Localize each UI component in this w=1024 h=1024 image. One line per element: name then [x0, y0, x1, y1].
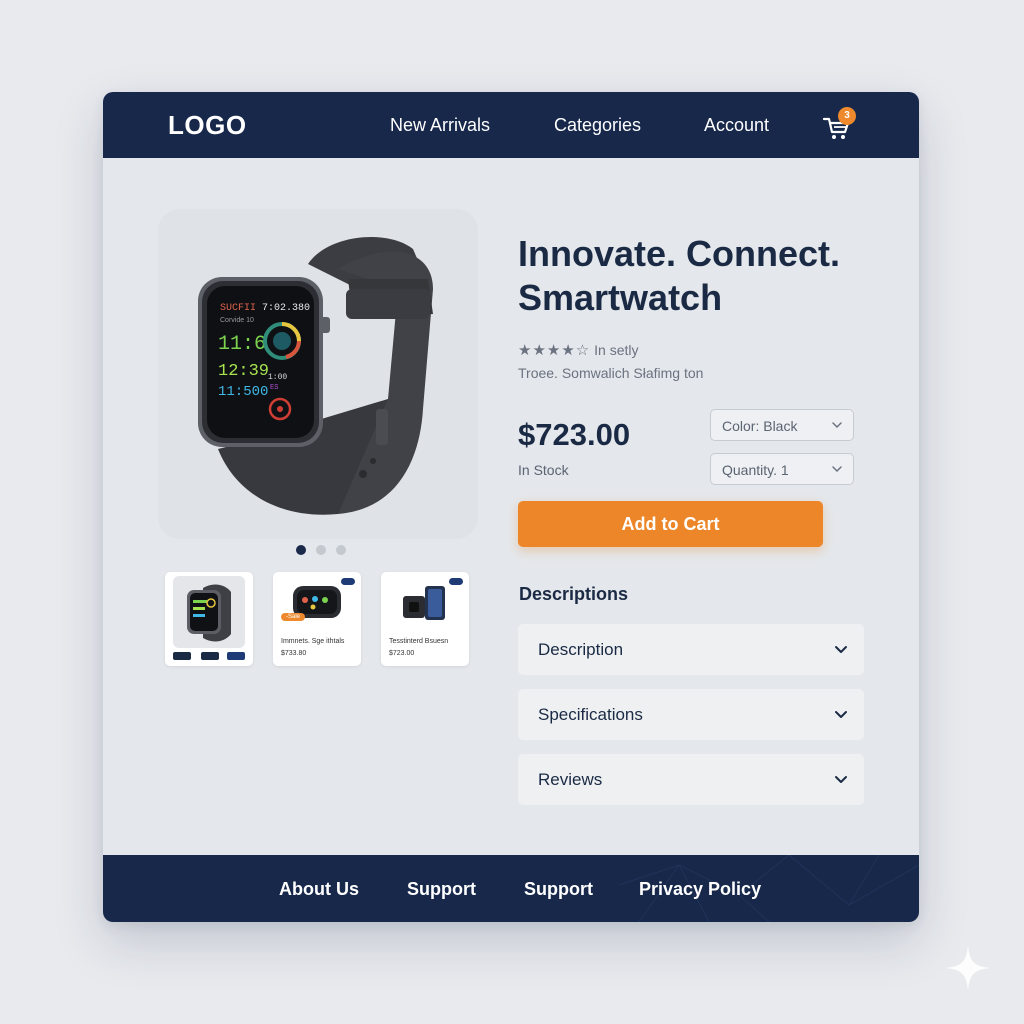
thumbnail-price: $733.80 — [281, 650, 307, 657]
accordion-specifications[interactable]: Specifications — [518, 689, 864, 740]
svg-text:11:6: 11:6 — [218, 333, 266, 356]
carousel-dot-3[interactable] — [336, 545, 346, 555]
nav-categories[interactable]: Categories — [554, 115, 641, 136]
color-select-value: Color: Black — [722, 418, 798, 434]
svg-text:ES: ES — [270, 384, 278, 392]
accordion-label: Reviews — [538, 770, 603, 789]
carousel-dot-1[interactable] — [296, 545, 306, 555]
mini-thumb-icon — [227, 652, 245, 660]
nav-new-arrivals[interactable]: New Arrivals — [390, 115, 490, 136]
thumbnail-title: Tesstinterd Bsuesn — [389, 638, 449, 645]
chevron-down-icon — [835, 776, 847, 783]
thumbnail-3[interactable]: Tesstinterd Bsuesn $723.00 — [381, 572, 469, 666]
svg-text:7:02.380: 7:02.380 — [262, 303, 310, 314]
chevron-down-icon — [832, 422, 842, 429]
product-rating[interactable]: ★★★★☆ In setly — [518, 341, 639, 359]
product-subtitle: Troее. Somwalich Słafimg ton — [518, 365, 704, 381]
chevron-down-icon — [832, 466, 842, 473]
quantity-select-value: Quantity. 1 — [722, 462, 789, 478]
logo[interactable]: LOGO — [168, 110, 247, 141]
product-title: Innovate. Connect. Smartwatch — [518, 232, 840, 320]
footer: About Us Support Support Privacy Policy — [103, 855, 919, 922]
accordion-description[interactable]: Description — [518, 624, 864, 675]
carousel-dot-2[interactable] — [316, 545, 326, 555]
accordion-reviews[interactable]: Reviews — [518, 754, 864, 805]
descriptions-heading: Descriptions — [519, 584, 629, 604]
product-main-image[interactable]: SUCFII 7:02.380 Corvide 10 11:6 12:39 11… — [158, 209, 478, 539]
quantity-select[interactable]: Quantity. 1 — [710, 453, 854, 485]
cart-count-badge: 3 — [838, 107, 856, 125]
top-navigation-bar: LOGO New Arrivals Categories Account 3 — [103, 92, 919, 158]
mini-thumb-icon — [201, 652, 219, 660]
product-title-line-1: Innovate. Connect. — [518, 233, 841, 274]
add-to-cart-button[interactable]: Add to Cart — [518, 501, 823, 547]
nav-account[interactable]: Account — [704, 115, 769, 136]
stock-status: In Stock — [518, 462, 569, 478]
cart-button[interactable]: 3 — [821, 107, 861, 142]
thumbnail-1[interactable] — [165, 572, 253, 666]
smartwatch-image: SUCFII 7:02.380 Corvide 10 11:6 12:39 11… — [198, 237, 433, 515]
watch-label: SUCFII — [220, 303, 256, 314]
thumbnail-price: $723.00 — [389, 650, 415, 657]
svg-text:1:00: 1:00 — [268, 373, 287, 382]
thumbnail-image — [173, 576, 245, 648]
thumbnail-image — [403, 586, 445, 620]
thumbnail-title: Immnets. Sge ithtals — [281, 638, 345, 645]
sparkle-icon — [946, 946, 990, 990]
rating-text: In setly — [594, 342, 639, 358]
chevron-down-icon — [835, 711, 847, 718]
svg-text:12:39: 12:39 — [218, 362, 269, 381]
mini-thumb-icon — [173, 652, 191, 660]
svg-text:Corvide 10: Corvide 10 — [220, 317, 254, 324]
footer-link-privacy-policy[interactable]: Privacy Policy — [639, 879, 761, 900]
sale-tag: -Sale — [281, 613, 306, 621]
footer-link-support-2[interactable]: Support — [524, 879, 593, 900]
star-icon: ★★★★☆ — [518, 342, 591, 359]
product-page-card: LOGO New Arrivals Categories Account 3 S… — [103, 92, 919, 922]
product-title-line-2: Smartwatch — [518, 277, 723, 318]
accordion-label: Specifications — [538, 705, 643, 724]
chevron-down-icon — [835, 646, 847, 653]
footer-link-support[interactable]: Support — [407, 879, 476, 900]
color-select[interactable]: Color: Black — [710, 409, 854, 441]
product-price: $723.00 — [518, 417, 631, 452]
accordion-label: Description — [538, 640, 624, 659]
thumbnail-image — [293, 586, 341, 618]
thumbnail-2[interactable]: -Sale Immnets. Sge ithtals $733.80 — [273, 572, 361, 666]
svg-text:11:500: 11:500 — [218, 384, 268, 400]
footer-link-about-us[interactable]: About Us — [279, 879, 359, 900]
